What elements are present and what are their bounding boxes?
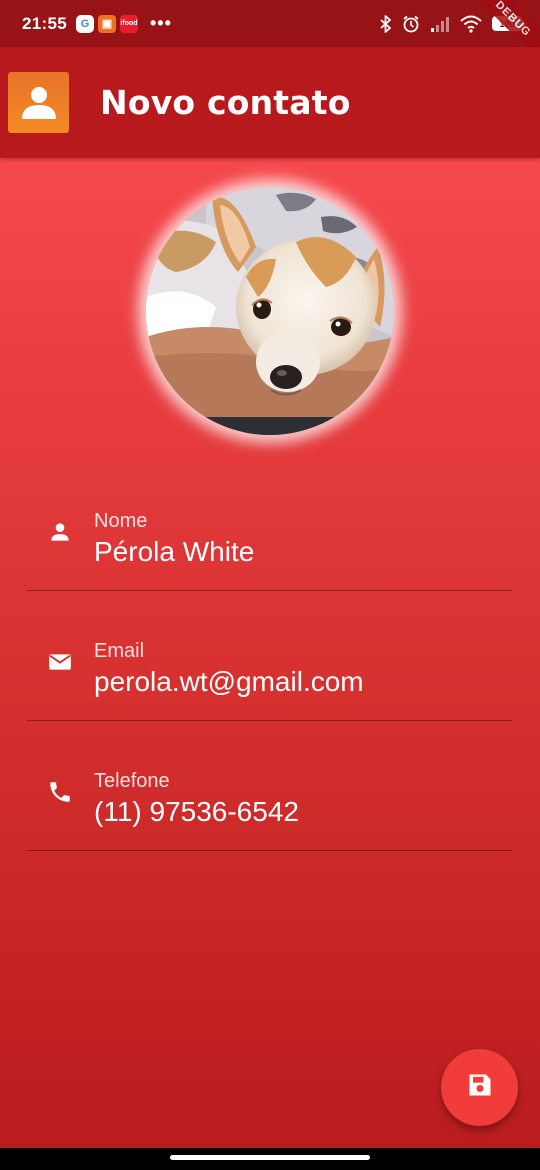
status-bar: 21:55 G ▣ ifood ••• 100 DEBUG xyxy=(0,0,540,73)
phone-input[interactable] xyxy=(94,796,504,828)
page-title: Novo contato xyxy=(100,83,351,122)
wifi-icon xyxy=(460,15,482,33)
email-field[interactable]: Email xyxy=(27,609,512,721)
signal-icon xyxy=(430,16,450,32)
mail-icon xyxy=(47,649,73,675)
navigation-bar xyxy=(0,1148,540,1170)
name-label: Nome xyxy=(94,510,148,532)
google-app-icon: G xyxy=(75,14,94,33)
alarm-icon xyxy=(402,15,420,33)
save-button[interactable] xyxy=(441,1049,518,1126)
phone-field[interactable]: Telefone xyxy=(27,739,512,851)
screen: 21:55 G ▣ ifood ••• 100 DEBUG xyxy=(0,0,540,1148)
save-icon xyxy=(466,1071,494,1104)
name-input[interactable] xyxy=(94,536,504,568)
home-indicator[interactable] xyxy=(170,1155,370,1160)
notification-icons: G ▣ ifood xyxy=(75,14,138,33)
ifood-app-icon: ifood xyxy=(119,14,138,33)
contact-person-icon xyxy=(8,72,69,133)
email-input[interactable] xyxy=(94,666,504,698)
orange-app-icon: ▣ xyxy=(97,14,116,33)
bluetooth-icon xyxy=(380,14,392,33)
person-icon xyxy=(47,519,73,545)
status-time: 21:55 xyxy=(22,13,67,33)
more-notifications-icon: ••• xyxy=(149,13,172,33)
app-bar: Novo contato xyxy=(0,47,540,158)
phone-icon xyxy=(47,779,73,805)
name-field[interactable]: Nome xyxy=(27,479,512,591)
contact-photo-dog xyxy=(146,187,394,435)
email-label: Email xyxy=(94,640,145,662)
phone-label: Telefone xyxy=(94,770,170,792)
contact-avatar[interactable] xyxy=(146,187,394,435)
